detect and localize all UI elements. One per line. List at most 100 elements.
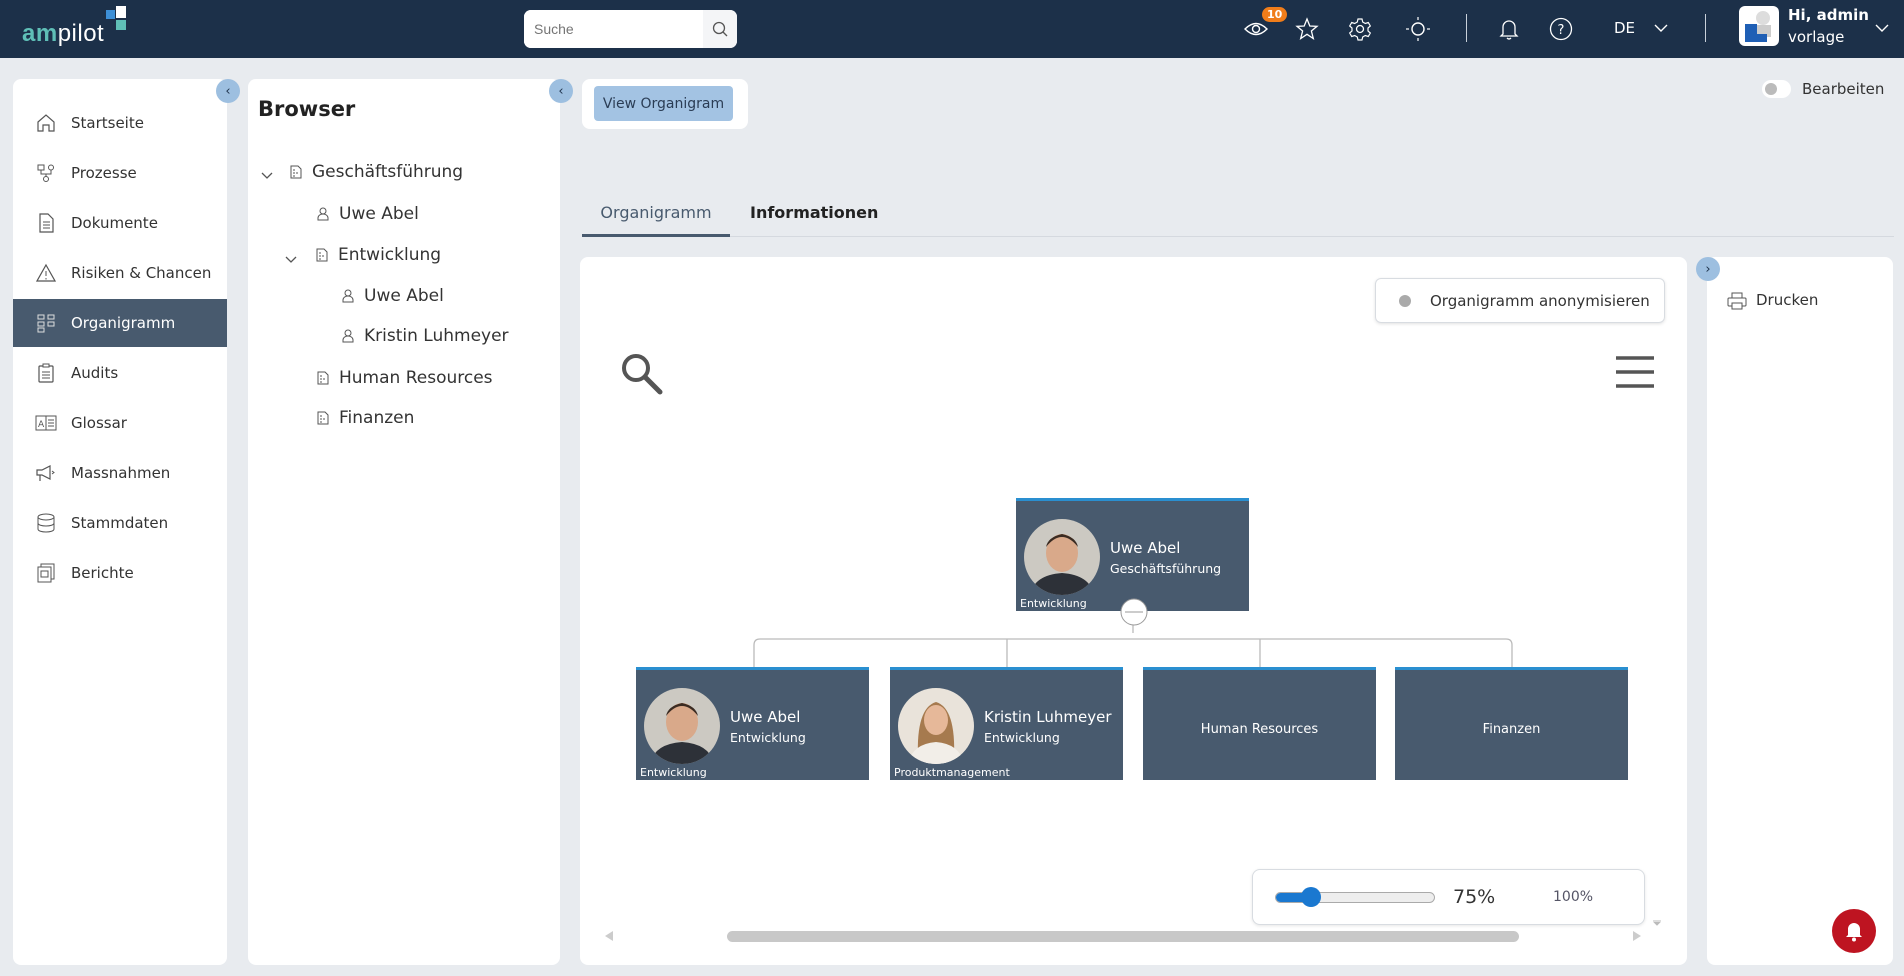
tree-label: Uwe Abel (339, 204, 419, 224)
warning-icon (35, 262, 57, 284)
search-icon (712, 21, 728, 37)
search-button[interactable] (703, 10, 737, 48)
tab-informationen[interactable]: Informationen (732, 203, 896, 237)
building-icon (290, 164, 304, 180)
logo[interactable]: ampilot (22, 6, 132, 50)
alert-notification-button[interactable] (1832, 909, 1876, 953)
tree-node-geschaeftsfuehrung[interactable]: Geschäftsführung (290, 158, 463, 186)
sun-icon (1406, 17, 1430, 41)
nav-item-stammdaten[interactable]: Stammdaten (13, 499, 227, 547)
scroll-down-icon[interactable] (1653, 920, 1661, 926)
node-role: Entwicklung (984, 730, 1060, 745)
bell-icon (1846, 923, 1862, 942)
expand-right-panel-button[interactable]: › (1696, 257, 1720, 281)
zoom-level: 75% (1453, 886, 1496, 908)
person-icon (317, 206, 331, 222)
node-unit: Entwicklung (640, 766, 707, 779)
collapse-browser-button[interactable]: ‹ (549, 79, 573, 103)
view-organigram-button[interactable]: View Organigram (594, 86, 733, 121)
chevron-down-icon[interactable] (260, 169, 274, 183)
building-icon (317, 410, 331, 426)
avatar (644, 688, 720, 764)
chevron-down-icon[interactable] (284, 253, 298, 267)
node-role: Geschäftsführung (1110, 561, 1222, 576)
nav-label: Massnahmen (71, 464, 171, 482)
tree-node-person[interactable]: Uwe Abel (317, 200, 419, 228)
nav-label: Prozesse (71, 164, 137, 182)
svg-text:?: ? (1558, 23, 1565, 38)
settings-button[interactable] (1346, 15, 1374, 43)
print-button[interactable]: Drucken (1756, 291, 1818, 309)
node-name: Human Resources (1200, 722, 1319, 737)
nav-label: Audits (71, 364, 119, 382)
header-divider (1466, 14, 1467, 42)
tree-node-entwicklung[interactable]: Entwicklung (316, 241, 441, 269)
nav-item-berichte[interactable]: Berichte (13, 549, 227, 597)
avatar (898, 688, 974, 764)
node-role: Entwicklung (730, 730, 806, 745)
scroll-left-icon[interactable] (604, 930, 614, 942)
notifications-button[interactable] (1495, 15, 1523, 43)
tree-label: Geschäftsführung (312, 162, 464, 182)
node-unit: Produktmanagement (894, 766, 1010, 779)
scroll-right-icon[interactable] (1632, 930, 1642, 942)
node-name: Uwe Abel (730, 708, 801, 726)
tab-organigramm[interactable]: Organigramm (582, 203, 730, 237)
org-node-root[interactable]: Uwe Abel Geschäftsführung Entwicklung (1016, 498, 1249, 611)
nav-label: Berichte (71, 564, 134, 582)
nav-label: Stammdaten (71, 514, 169, 532)
user-name: vorlage (1788, 28, 1845, 46)
org-chart-icon (35, 312, 57, 334)
tree-node-person[interactable]: Uwe Abel (342, 282, 444, 310)
nav-item-organigramm[interactable]: Organigramm (13, 299, 227, 347)
user-avatar[interactable] (1739, 6, 1779, 46)
zoom-slider-thumb[interactable] (1301, 887, 1322, 907)
star-icon (1295, 17, 1319, 40)
browser-title: Browser (258, 97, 356, 121)
nav-item-startseite[interactable]: Startseite (13, 99, 227, 147)
nav-item-risiken[interactable]: Risiken & Chancen (13, 249, 227, 297)
tree-node-person[interactable]: Kristin Luhmeyer (342, 322, 509, 350)
gear-icon (1348, 18, 1372, 41)
collapse-sidebar-button[interactable]: ‹ (216, 79, 240, 103)
view-card: View Organigram (582, 79, 748, 129)
theme-toggle-button[interactable] (1404, 15, 1432, 43)
document-icon (35, 212, 57, 234)
tree-node-human-resources[interactable]: Human Resources (317, 364, 493, 392)
nav-label: Dokumente (71, 214, 158, 232)
help-button[interactable]: ? (1547, 15, 1575, 43)
org-node-child[interactable]: Kristin Luhmeyer Entwicklung Produktmana… (890, 667, 1123, 780)
chevron-left-icon: ‹ (225, 83, 231, 99)
printer-icon (1727, 292, 1747, 310)
chevron-left-icon: ‹ (558, 83, 564, 99)
tree-label: Entwicklung (338, 245, 442, 265)
nav-label: Startseite (71, 114, 144, 132)
org-node-child[interactable]: Human Resources (1143, 667, 1376, 780)
chevron-down-icon[interactable] (1653, 22, 1669, 34)
top-header: ampilot 10 ? DE Hi, admin vorlage (0, 0, 1904, 58)
zoom-control: 75% 100% (1252, 869, 1645, 925)
language-selector[interactable]: DE (1614, 19, 1635, 37)
horizontal-scrollbar[interactable] (727, 931, 1519, 942)
edit-toggle[interactable] (1762, 80, 1791, 98)
nav-item-glossar[interactable]: A Glossar (13, 399, 227, 447)
zoom-slider[interactable] (1275, 892, 1435, 903)
search-box (524, 10, 737, 48)
user-avatar-image (1745, 11, 1771, 42)
tree-label: Kristin Luhmeyer (364, 326, 509, 346)
nav-item-dokumente[interactable]: Dokumente (13, 199, 227, 247)
node-name: Finanzen (1482, 722, 1541, 737)
search-input[interactable] (524, 10, 704, 48)
organigram-canvas: Organigramm anonymisieren Uwe Abel Gesch… (580, 257, 1687, 965)
tree-node-finanzen[interactable]: Finanzen (317, 404, 414, 432)
nav-item-massnahmen[interactable]: Massnahmen (13, 449, 227, 497)
zoom-reset-button[interactable]: 100% (1553, 889, 1593, 905)
collapse-node-button[interactable] (1120, 598, 1148, 626)
nav-item-prozesse[interactable]: Prozesse (13, 149, 227, 197)
org-node-child[interactable]: Uwe Abel Entwicklung Entwicklung (636, 667, 869, 780)
home-icon (35, 112, 57, 134)
nav-item-audits[interactable]: Audits (13, 349, 227, 397)
user-menu-chevron-icon[interactable] (1874, 22, 1890, 34)
org-node-child[interactable]: Finanzen (1395, 667, 1628, 780)
favorites-button[interactable] (1293, 15, 1321, 43)
